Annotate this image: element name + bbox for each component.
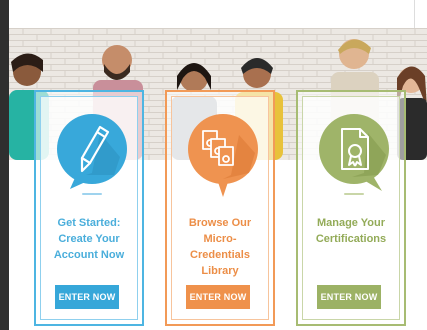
card-title-line: Micro- [203, 233, 237, 245]
card-manage-certifications: Manage Your Certifications ENTER NOW [296, 90, 406, 326]
card-title-line: Browse Our [188, 217, 252, 229]
window-left-edge [0, 0, 9, 330]
card-browse-library: Browse Our Micro- Credentials Library EN… [165, 90, 275, 326]
card-title-line: Certifications [315, 233, 387, 245]
certificate-ribbon-icon [319, 114, 389, 195]
page-right-edge [414, 0, 427, 28]
card-title-line: Credentials [190, 249, 250, 261]
card-title: Browse Our Micro- Credentials Library [178, 215, 262, 279]
pencil-icon [57, 114, 127, 195]
card-title-line: Library [201, 265, 239, 277]
card-title-line: Manage Your [316, 217, 386, 229]
enter-now-button[interactable]: ENTER NOW [55, 285, 119, 309]
card-title-line: Create Your [58, 233, 120, 245]
card-title: Get Started: Create Your Account Now [47, 215, 131, 263]
card-get-started: Get Started: Create Your Account Now ENT… [34, 90, 144, 326]
card-title: Manage Your Certifications [309, 215, 393, 247]
enter-now-button[interactable]: ENTER NOW [317, 285, 381, 309]
card-title-line: Get Started: [57, 217, 121, 229]
page-top-strip [9, 0, 427, 28]
card-title-line: Account Now [53, 249, 125, 261]
enter-now-button[interactable]: ENTER NOW [186, 285, 250, 309]
certificates-stack-icon [188, 114, 258, 197]
